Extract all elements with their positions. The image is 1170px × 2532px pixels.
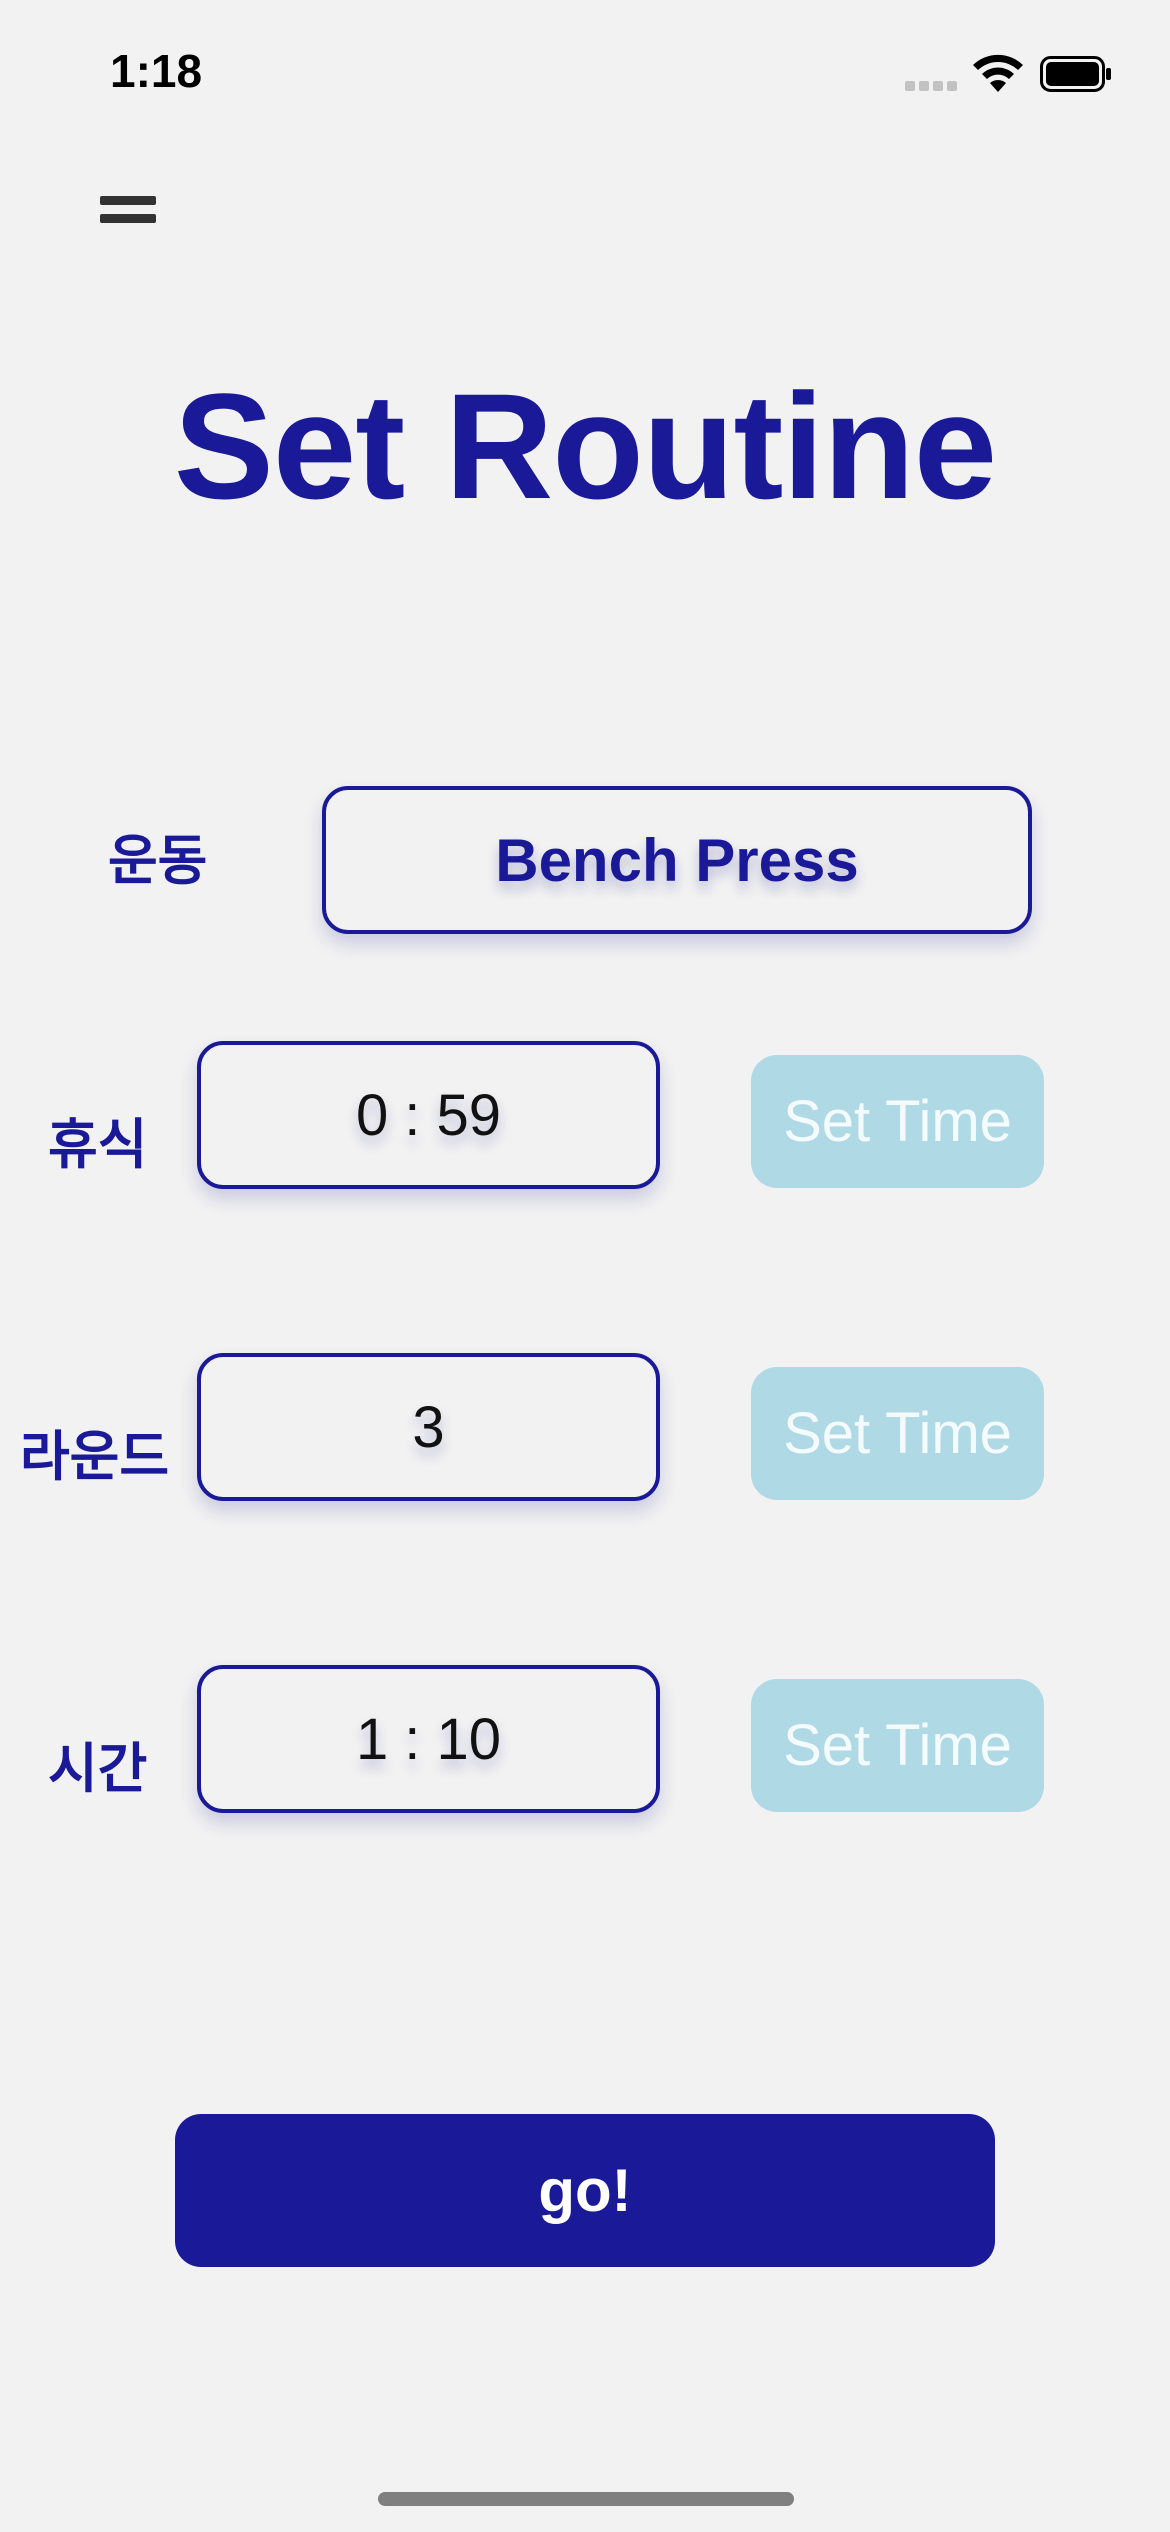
rounds-value: 3 (412, 1394, 445, 1460)
go-button[interactable]: go! (175, 2114, 995, 2267)
home-indicator[interactable] (378, 2492, 794, 2506)
page-title: Set Routine (173, 362, 997, 530)
rounds-set-time-button[interactable]: Set Time (751, 1367, 1044, 1500)
exercise-input[interactable]: Bench Press (322, 786, 1032, 934)
time-label: 시간 (48, 1739, 148, 1799)
time-set-time-button[interactable]: Set Time (751, 1679, 1044, 1812)
battery-icon (1040, 56, 1111, 92)
rest-input[interactable]: 0 : 59 (197, 1041, 660, 1189)
exercise-value: Bench Press (495, 826, 859, 894)
exercise-label: 운동 (108, 831, 208, 891)
rest-value: 0 : 59 (355, 1082, 502, 1148)
time-value: 1 : 10 (355, 1706, 502, 1772)
menu-icon[interactable] (100, 196, 156, 230)
wifi-icon (973, 54, 1023, 92)
status-time: 1:18 (110, 45, 203, 97)
rounds-input[interactable]: 3 (197, 1353, 660, 1501)
rounds-label: 라운드 (20, 1427, 170, 1487)
rest-label: 휴식 (48, 1115, 148, 1175)
time-input[interactable]: 1 : 10 (197, 1665, 660, 1813)
cellular-signal-icon (905, 78, 961, 96)
rest-set-time-button[interactable]: Set Time (751, 1055, 1044, 1188)
